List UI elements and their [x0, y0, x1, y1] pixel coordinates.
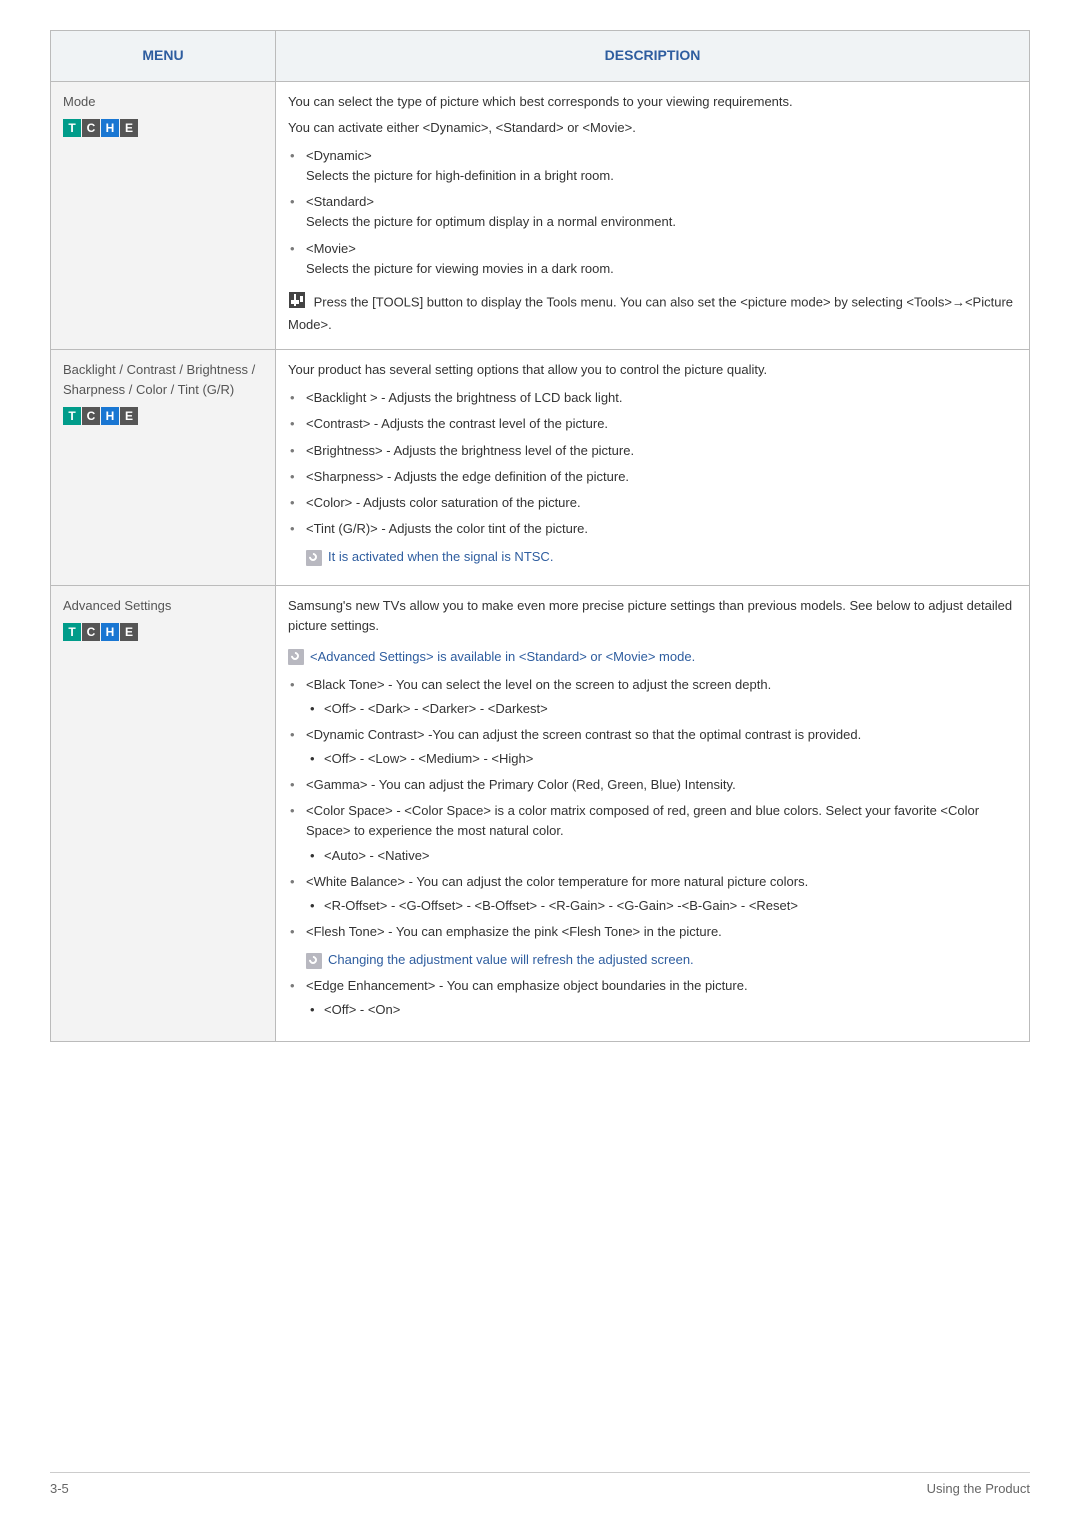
mode-intro-1: You can select the type of picture which…	[288, 92, 1017, 112]
tools-icon	[288, 291, 306, 315]
badge-h: H	[101, 407, 119, 425]
badge-e: E	[120, 623, 138, 641]
opt-contrast: <Contrast> - Adjusts the contrast level …	[288, 414, 1017, 434]
tools-note: Press the [TOOLS] button to display the …	[288, 291, 1017, 335]
menu-description-table: MENU DESCRIPTION Mode TCHE You can selec…	[50, 30, 1030, 1042]
menu-title-mode: Mode	[63, 92, 263, 112]
opt-color-space: <Color Space> - <Color Space> is a color…	[288, 801, 1017, 865]
badge-t: T	[63, 119, 81, 137]
note-ntsc: It is activated when the signal is NTSC.	[306, 547, 1017, 567]
backlight-intro: Your product has several setting options…	[288, 360, 1017, 380]
opt-white-balance: <White Balance> - You can adjust the col…	[288, 872, 1017, 916]
badge-h: H	[101, 623, 119, 641]
mode-opt-standard: <Standard> Selects the picture for optim…	[288, 192, 1017, 232]
note-icon	[306, 550, 322, 566]
badge-t: T	[63, 623, 81, 641]
note-icon	[288, 649, 304, 665]
badge-c: C	[82, 623, 100, 641]
menu-cell-backlight: Backlight / Contrast / Brightness / Shar…	[51, 350, 276, 586]
note-flesh-refresh: Changing the adjustment value will refre…	[306, 950, 1017, 970]
footer-page-number: 3-5	[50, 1479, 69, 1499]
opt-sharpness: <Sharpness> - Adjusts the edge definitio…	[288, 467, 1017, 487]
mode-opt-movie: <Movie> Selects the picture for viewing …	[288, 239, 1017, 279]
opt-gamma: <Gamma> - You can adjust the Primary Col…	[288, 775, 1017, 795]
opt-backlight: <Backlight > - Adjusts the brightness of…	[288, 388, 1017, 408]
advanced-intro: Samsung's new TVs allow you to make even…	[288, 596, 1017, 636]
page-footer: 3-5 Using the Product	[50, 1472, 1030, 1499]
opt-flesh-tone: <Flesh Tone> - You can emphasize the pin…	[288, 922, 1017, 970]
menu-title-backlight: Backlight / Contrast / Brightness / Shar…	[63, 360, 263, 400]
desc-cell-backlight: Your product has several setting options…	[276, 350, 1030, 586]
badge-c: C	[82, 119, 100, 137]
opt-tint: <Tint (G/R)> - Adjusts the color tint of…	[288, 519, 1017, 539]
header-description: DESCRIPTION	[276, 31, 1030, 82]
menu-title-advanced: Advanced Settings	[63, 596, 263, 616]
badges-backlight: TCHE	[63, 406, 263, 426]
badges-mode: TCHE	[63, 118, 263, 138]
badge-t: T	[63, 407, 81, 425]
mode-intro-2: You can activate either <Dynamic>, <Stan…	[288, 118, 1017, 138]
badge-e: E	[120, 119, 138, 137]
opt-color: <Color> - Adjusts color saturation of th…	[288, 493, 1017, 513]
desc-cell-advanced: Samsung's new TVs allow you to make even…	[276, 586, 1030, 1041]
badge-c: C	[82, 407, 100, 425]
menu-cell-advanced: Advanced Settings TCHE	[51, 586, 276, 1041]
note-icon	[306, 953, 322, 969]
mode-opt-dynamic: <Dynamic> Selects the picture for high-d…	[288, 146, 1017, 186]
header-menu: MENU	[51, 31, 276, 82]
badges-advanced: TCHE	[63, 622, 263, 642]
opt-dynamic-contrast: <Dynamic Contrast> -You can adjust the s…	[288, 725, 1017, 769]
menu-cell-mode: Mode TCHE	[51, 81, 276, 349]
desc-cell-mode: You can select the type of picture which…	[276, 81, 1030, 349]
opt-brightness: <Brightness> - Adjusts the brightness le…	[288, 441, 1017, 461]
opt-edge-enhancement: <Edge Enhancement> - You can emphasize o…	[288, 976, 1017, 1020]
badge-e: E	[120, 407, 138, 425]
opt-black-tone: <Black Tone> - You can select the level …	[288, 675, 1017, 719]
note-advanced-availability: <Advanced Settings> is available in <Sta…	[288, 647, 1017, 667]
badge-h: H	[101, 119, 119, 137]
footer-section-title: Using the Product	[927, 1479, 1030, 1499]
